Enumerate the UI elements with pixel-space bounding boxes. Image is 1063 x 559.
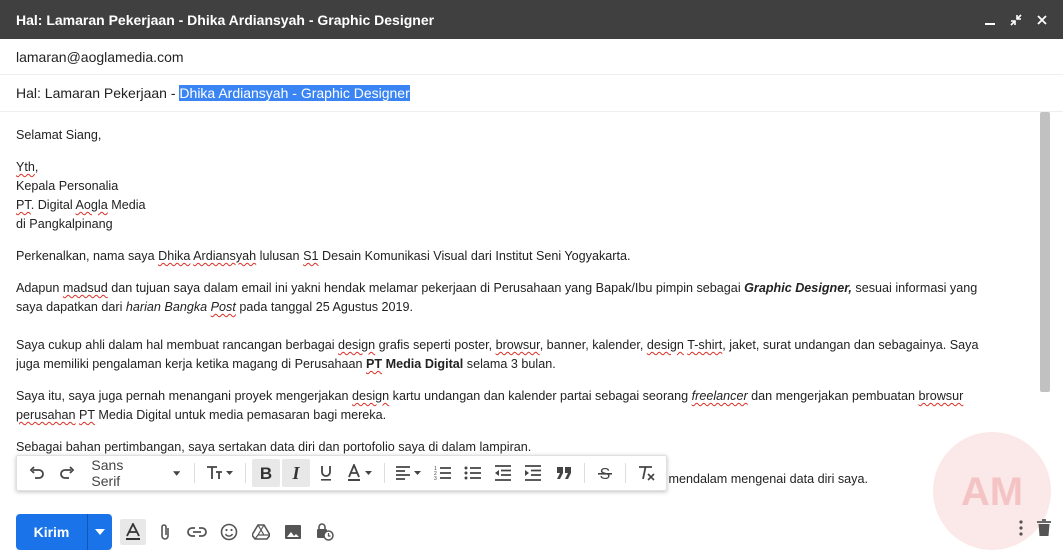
paragraph-intro: Perkenalkan, nama saya Dhika Ardiansyah … xyxy=(16,249,631,263)
paragraph-skills: Saya cukup ahli dalam hal membuat rancan… xyxy=(16,338,979,371)
close-icon[interactable] xyxy=(1035,13,1049,27)
addr-aogla: Aogla xyxy=(75,198,108,212)
indent-less-icon[interactable] xyxy=(489,459,517,487)
message-body[interactable]: Selamat Siang, Yth, Kepala Personalia PT… xyxy=(16,126,1026,498)
minimize-icon[interactable] xyxy=(983,13,997,27)
addr-pt: PT xyxy=(16,198,31,212)
separator xyxy=(624,463,626,483)
redo-icon[interactable] xyxy=(53,459,81,487)
subject-prefix: Hal: Lamaran Pekerjaan - xyxy=(16,85,180,101)
italic-icon[interactable]: I xyxy=(281,459,311,487)
formatting-toolbar: Sans Serif B I 123 S xyxy=(16,455,667,491)
addr-yth-tail: , xyxy=(34,160,39,174)
separator xyxy=(384,463,386,483)
drive-icon[interactable] xyxy=(248,519,274,545)
recipient-email: lamaran@aoglamedia.com xyxy=(16,49,184,65)
text-size-icon[interactable] xyxy=(201,459,239,487)
addr-line-3-tail: Media xyxy=(107,198,146,212)
strikethrough-icon[interactable]: S xyxy=(591,459,619,487)
compose-title: Hal: Lamaran Pekerjaan - Dhika Ardiansya… xyxy=(16,11,435,28)
paragraph-purpose: Adapun madsud dan tujuan saya dalam emai… xyxy=(16,281,978,314)
font-family-select[interactable]: Sans Serif xyxy=(83,457,188,489)
quote-icon[interactable] xyxy=(550,459,578,487)
addr-yth: Yth xyxy=(16,160,35,174)
send-button-group: Kirim xyxy=(16,514,112,550)
svg-text:I: I xyxy=(292,465,301,481)
body-scrollbar[interactable] xyxy=(1040,112,1050,392)
separator xyxy=(194,463,196,483)
confidential-icon[interactable] xyxy=(312,519,338,545)
compose-bottom-bar: Kirim xyxy=(0,505,1063,559)
attach-icon[interactable] xyxy=(152,519,178,545)
more-options-icon[interactable] xyxy=(1019,520,1023,541)
separator xyxy=(583,463,585,483)
compose-title-bar[interactable]: Hal: Lamaran Pekerjaan - Dhika Ardiansya… xyxy=(0,0,1063,39)
bold-icon[interactable]: B xyxy=(251,459,280,487)
chevron-down-icon xyxy=(172,470,181,476)
separator xyxy=(244,463,246,483)
greeting: Selamat Siang, xyxy=(16,128,102,142)
link-icon[interactable] xyxy=(184,519,210,545)
photo-icon[interactable] xyxy=(280,519,306,545)
bulleted-list-icon[interactable] xyxy=(459,459,487,487)
undo-icon[interactable] xyxy=(23,459,51,487)
indent-more-icon[interactable] xyxy=(519,459,547,487)
subject-selected-text: Dhika Ardiansyah - Graphic Designer xyxy=(179,85,410,101)
schedule-send-dropdown[interactable] xyxy=(88,514,112,550)
recipient-address: Yth, Kepala Personalia PT. Digital Aogla… xyxy=(16,158,1026,234)
send-button[interactable]: Kirim xyxy=(16,514,88,550)
recipients-field[interactable]: lamaran@aoglamedia.com xyxy=(0,39,1063,75)
paragraph-experience: Saya itu, saya juga pernah menangani pro… xyxy=(16,389,964,422)
exit-fullscreen-icon[interactable] xyxy=(1009,13,1023,27)
remove-formatting-icon[interactable] xyxy=(632,459,660,487)
align-icon[interactable] xyxy=(391,459,427,487)
svg-text:3: 3 xyxy=(434,476,437,481)
chevron-down-icon xyxy=(95,529,105,535)
addr-line-3: . Digital xyxy=(30,198,76,212)
font-family-value: Sans Serif xyxy=(91,457,124,489)
numbered-list-icon[interactable]: 123 xyxy=(429,459,457,487)
emoji-icon[interactable] xyxy=(216,519,242,545)
underline-icon[interactable] xyxy=(312,459,340,487)
trash-icon[interactable] xyxy=(1037,519,1051,542)
addr-line-4: di Pangkalpinang xyxy=(16,217,113,231)
addr-line-2: Kepala Personalia xyxy=(16,179,119,193)
subject-field[interactable]: Hal: Lamaran Pekerjaan - Dhika Ardiansya… xyxy=(0,75,1063,112)
text-color-icon[interactable] xyxy=(342,459,378,487)
formatting-options-icon[interactable] xyxy=(120,519,146,545)
svg-text:B: B xyxy=(260,465,272,481)
